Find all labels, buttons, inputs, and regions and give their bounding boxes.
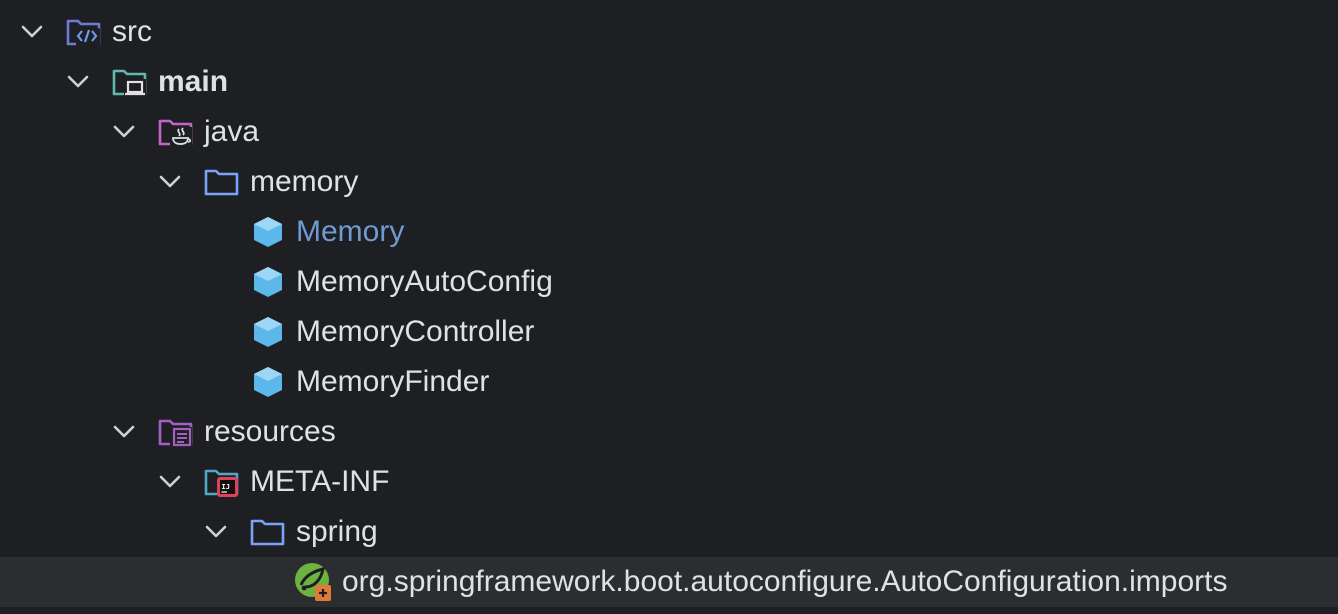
chevron-down-icon[interactable] bbox=[158, 470, 182, 494]
tree-row-label: java bbox=[204, 115, 260, 148]
tree-row-spring[interactable]: spring bbox=[0, 507, 1338, 557]
chevron-down-icon[interactable] bbox=[112, 420, 136, 444]
module-folder-icon bbox=[112, 66, 148, 98]
tree-row-memoryautoconfig-class[interactable]: MemoryAutoConfig bbox=[0, 257, 1338, 307]
tree-row-label: src bbox=[112, 15, 152, 48]
spring-config-file-icon bbox=[292, 560, 336, 604]
tree-row-label: memory bbox=[250, 165, 359, 198]
tree-row-label: MemoryFinder bbox=[296, 365, 490, 398]
tree-row-label: META-INF bbox=[250, 465, 390, 498]
tree-row-src[interactable]: src bbox=[0, 7, 1338, 57]
tree-row-label: main bbox=[158, 65, 229, 98]
tree-row-label: MemoryController bbox=[296, 315, 535, 348]
chevron-down-icon[interactable] bbox=[66, 70, 90, 94]
java-class-icon bbox=[250, 266, 286, 298]
tree-row-label: MemoryAutoConfig bbox=[296, 265, 553, 298]
chevron-down-icon[interactable] bbox=[112, 120, 136, 144]
tree-row-memory[interactable]: memory bbox=[0, 157, 1338, 207]
project-tree: src main java memory Memory MemoryAutoCo… bbox=[0, 0, 1338, 614]
meta-inf-folder-icon: IJ bbox=[204, 466, 240, 498]
package-folder-icon bbox=[204, 166, 240, 198]
tree-row-memorycontroller-class[interactable]: MemoryController bbox=[0, 307, 1338, 357]
tree-row-memoryfinder-class[interactable]: MemoryFinder bbox=[0, 357, 1338, 407]
chevron-down-icon[interactable] bbox=[158, 170, 182, 194]
tree-row-meta-inf[interactable]: IJ META-INF bbox=[0, 457, 1338, 507]
tree-row-label: org.springframework.boot.autoconfigure.A… bbox=[342, 565, 1228, 598]
tree-row-resources[interactable]: resources bbox=[0, 407, 1338, 457]
tree-row-label: resources bbox=[204, 415, 336, 448]
svg-text:IJ: IJ bbox=[222, 483, 230, 491]
tree-row-memory-class[interactable]: Memory bbox=[0, 207, 1338, 257]
tree-row-main[interactable]: main bbox=[0, 57, 1338, 107]
tree-row-label: spring bbox=[296, 515, 378, 548]
tree-row-java[interactable]: java bbox=[0, 107, 1338, 157]
chevron-down-icon[interactable] bbox=[204, 520, 228, 544]
source-folder-icon bbox=[66, 16, 102, 48]
resources-folder-icon bbox=[158, 416, 194, 448]
java-class-icon bbox=[250, 316, 286, 348]
java-class-icon bbox=[250, 216, 286, 248]
chevron-down-icon[interactable] bbox=[20, 20, 44, 44]
tree-row-label: Memory bbox=[296, 215, 405, 248]
folder-icon bbox=[250, 516, 286, 548]
tree-row-autoconfiguration-imports[interactable]: org.springframework.boot.autoconfigure.A… bbox=[0, 557, 1338, 607]
java-source-folder-icon bbox=[158, 116, 194, 148]
java-class-icon bbox=[250, 366, 286, 398]
